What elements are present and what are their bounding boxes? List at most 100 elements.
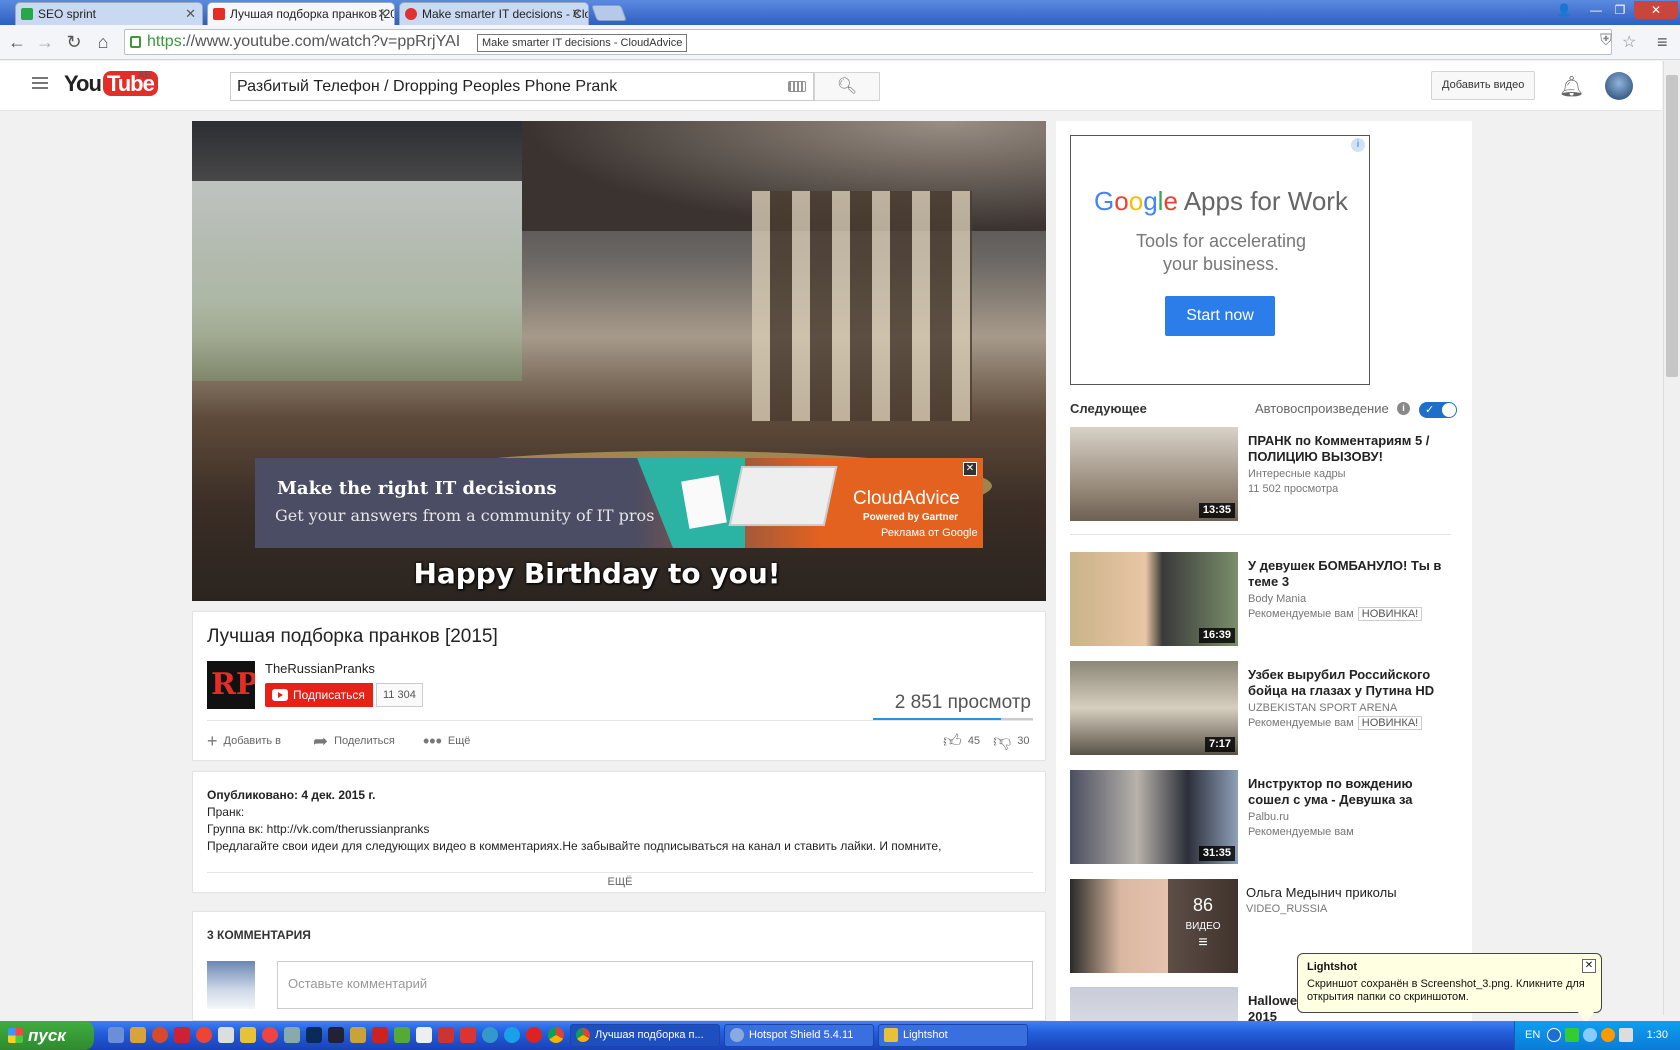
dislike-button[interactable]: 👎︎ 30	[993, 731, 1030, 751]
quicklaunch-icon[interactable]	[416, 1027, 432, 1043]
close-tab-icon[interactable]: ✕	[571, 3, 582, 25]
address-bar[interactable]: https://www.youtube.com/watch?v=ppRrjYAI	[124, 29, 1612, 55]
volume-icon[interactable]	[1619, 1028, 1633, 1042]
start-button[interactable]: пуск	[0, 1021, 94, 1050]
opera-icon[interactable]	[526, 1027, 542, 1043]
more-actions-button[interactable]: ••• Ещё	[423, 731, 470, 751]
tab-cloudadvice[interactable]: Make smarter IT decisions - CloudAdvice …	[399, 2, 589, 25]
channel-name-link[interactable]: TheRussianPranks	[265, 661, 375, 676]
close-notification-icon[interactable]: ✕	[1582, 959, 1596, 973]
quicklaunch-icon[interactable]	[482, 1027, 498, 1043]
autoplay-info-icon[interactable]: i	[1397, 402, 1410, 415]
ad-headline-letter: e	[1163, 186, 1178, 216]
show-more-button[interactable]: ЕЩЁ	[193, 876, 1047, 888]
reload-icon[interactable]: ↻	[62, 31, 86, 55]
comment-input[interactable]: Оставьте комментарий	[277, 961, 1033, 1009]
acrobat-icon[interactable]	[174, 1027, 190, 1043]
scrollbar-thumb[interactable]	[1666, 75, 1678, 377]
lightshot-tray-icon[interactable]	[1583, 1028, 1597, 1042]
quicklaunch-icon[interactable]	[218, 1027, 234, 1043]
notification-message[interactable]: Скриншот сохранён в Screenshot_3.png. Кл…	[1307, 978, 1587, 1004]
video-thumbnail[interactable]: 31:35	[1070, 770, 1238, 864]
tray-arrow-icon[interactable]	[1547, 1028, 1561, 1042]
quicklaunch-icon[interactable]	[460, 1027, 476, 1043]
add-to-button[interactable]: + Добавить в	[207, 731, 281, 751]
tab-seo-sprint[interactable]: SEO sprint ✕	[15, 2, 203, 25]
ad-headline-letter: g	[1143, 186, 1158, 216]
ad-info-icon[interactable]: i	[1351, 138, 1365, 152]
video-duration: 7:17	[1204, 737, 1235, 752]
new-tab-button[interactable]	[591, 5, 627, 21]
user-profile-icon[interactable]: 👤	[1553, 1, 1575, 19]
filezilla-icon[interactable]	[438, 1027, 454, 1043]
suggested-video[interactable]: 16:39 У девушек БОМБАНУЛО! Ты в теме 3 B…	[1070, 552, 1450, 646]
overlay-ad[interactable]: Make the right IT decisions Get your ans…	[255, 458, 983, 548]
lightshot-notification[interactable]: Lightshot Скриншот сохранён в Screenshot…	[1297, 953, 1602, 1024]
language-indicator[interactable]: EN	[1525, 1021, 1540, 1050]
like-button[interactable]: 👍︎ 45	[943, 731, 980, 751]
video-player[interactable]: Make the right IT decisions Get your ans…	[192, 121, 1046, 601]
home-icon[interactable]: ⌂	[91, 31, 115, 55]
suggested-video[interactable]: 7:17 Узбек вырубил Российского бойца на …	[1070, 661, 1450, 755]
close-tab-icon[interactable]: ✕	[185, 3, 196, 25]
search-button[interactable]: 🔍︎	[814, 72, 880, 101]
like-count: 45	[967, 735, 981, 747]
quicklaunch-icon[interactable]	[372, 1027, 388, 1043]
minimize-icon[interactable]: —	[1585, 1, 1607, 19]
chrome-icon[interactable]	[548, 1027, 564, 1043]
video-title-link[interactable]: Инструктор по вождению сошел с ума - Дев…	[1248, 776, 1448, 808]
close-tab-icon[interactable]: ✕	[377, 3, 388, 25]
video-title-link[interactable]: ПРАНК по Комментариям 5 / ПОЛИЦИЮ ВЫЗОВУ…	[1248, 433, 1448, 465]
restore-icon[interactable]: ❐	[1609, 1, 1631, 19]
video-thumbnail[interactable]	[1070, 987, 1238, 1021]
hotspot-tray-icon[interactable]	[1565, 1028, 1579, 1042]
page-scrollbar[interactable]	[1663, 61, 1680, 1015]
tab-youtube[interactable]: Лучшая подборка пранков [2015] - YouTube…	[207, 2, 395, 25]
quicklaunch-icon[interactable]	[262, 1027, 278, 1043]
shield-extension-icon[interactable]: ⛨	[1600, 32, 1612, 50]
taskbar-item-chrome[interactable]: Лучшая подборка п...	[570, 1024, 720, 1047]
quicklaunch-icon[interactable]	[130, 1027, 146, 1043]
back-arrow-icon[interactable]: ←	[5, 31, 29, 55]
video-title-link[interactable]: У девушек БОМБАНУЛО! Ты в теме 3	[1248, 558, 1448, 590]
suggested-video[interactable]: 13:35 ПРАНК по Комментариям 5 / ПОЛИЦИЮ …	[1070, 427, 1450, 521]
close-window-icon[interactable]: ✕	[1634, 1, 1678, 19]
keyboard-icon[interactable]	[788, 81, 806, 92]
quicklaunch-icon[interactable]	[284, 1027, 300, 1043]
search-input[interactable]: Разбитый Телефон / Dropping Peoples Phon…	[230, 72, 814, 101]
itunes-icon[interactable]	[196, 1027, 212, 1043]
photoshop-icon[interactable]	[306, 1027, 322, 1043]
browser-menu-icon[interactable]: ≡	[1657, 32, 1668, 53]
bookmark-star-icon[interactable]: ☆	[1622, 32, 1636, 52]
playlist-title-link[interactable]: Ольга Медынич приколы	[1246, 885, 1446, 901]
close-ad-icon[interactable]: ✕	[963, 462, 977, 476]
taskbar-item-hotspot-shield[interactable]: Hotspot Shield 5.4.11	[724, 1024, 874, 1047]
quicklaunch-icon[interactable]	[350, 1027, 366, 1043]
quicklaunch-icon[interactable]	[394, 1027, 410, 1043]
tray-icon[interactable]	[1601, 1028, 1615, 1042]
start-now-button[interactable]: Start now	[1165, 296, 1275, 336]
video-title-link[interactable]: Узбек вырубил Российского бойца на глаза…	[1248, 667, 1448, 699]
autoplay-toggle[interactable]: ✓	[1419, 402, 1457, 418]
video-thumbnail[interactable]: 7:17	[1070, 661, 1238, 755]
ad-powered-by: Powered by Gartner	[863, 512, 959, 523]
quicklaunch-icon[interactable]	[240, 1027, 256, 1043]
notification-bell-icon[interactable]: 🔔︎	[1559, 74, 1584, 99]
video-thumbnail[interactable]: 16:39	[1070, 552, 1238, 646]
suggested-video[interactable]: 31:35 Инструктор по вождению сошел с ума…	[1070, 770, 1450, 864]
hamburger-menu-icon[interactable]	[32, 77, 48, 89]
upload-video-button[interactable]: Добавить видео	[1431, 71, 1536, 100]
quicklaunch-icon[interactable]	[328, 1027, 344, 1043]
channel-avatar[interactable]: RP	[207, 661, 255, 709]
skype-icon[interactable]	[504, 1027, 520, 1043]
playlist-thumbnail[interactable]: 86 ВИДЕО ≡	[1070, 879, 1238, 973]
quicklaunch-icon[interactable]	[152, 1027, 168, 1043]
video-thumbnail[interactable]: 13:35	[1070, 427, 1238, 521]
show-desktop-icon[interactable]	[108, 1027, 124, 1043]
subscribe-button[interactable]: Подписаться	[265, 683, 373, 707]
taskbar-item-lightshot[interactable]: Lightshot	[878, 1024, 1028, 1047]
forward-arrow-icon[interactable]: →	[33, 31, 57, 55]
share-button[interactable]: ➦ Поделиться	[313, 731, 395, 751]
user-avatar[interactable]	[1605, 72, 1633, 100]
google-apps-ad[interactable]: i Google Apps for Work Tools for acceler…	[1070, 135, 1370, 385]
